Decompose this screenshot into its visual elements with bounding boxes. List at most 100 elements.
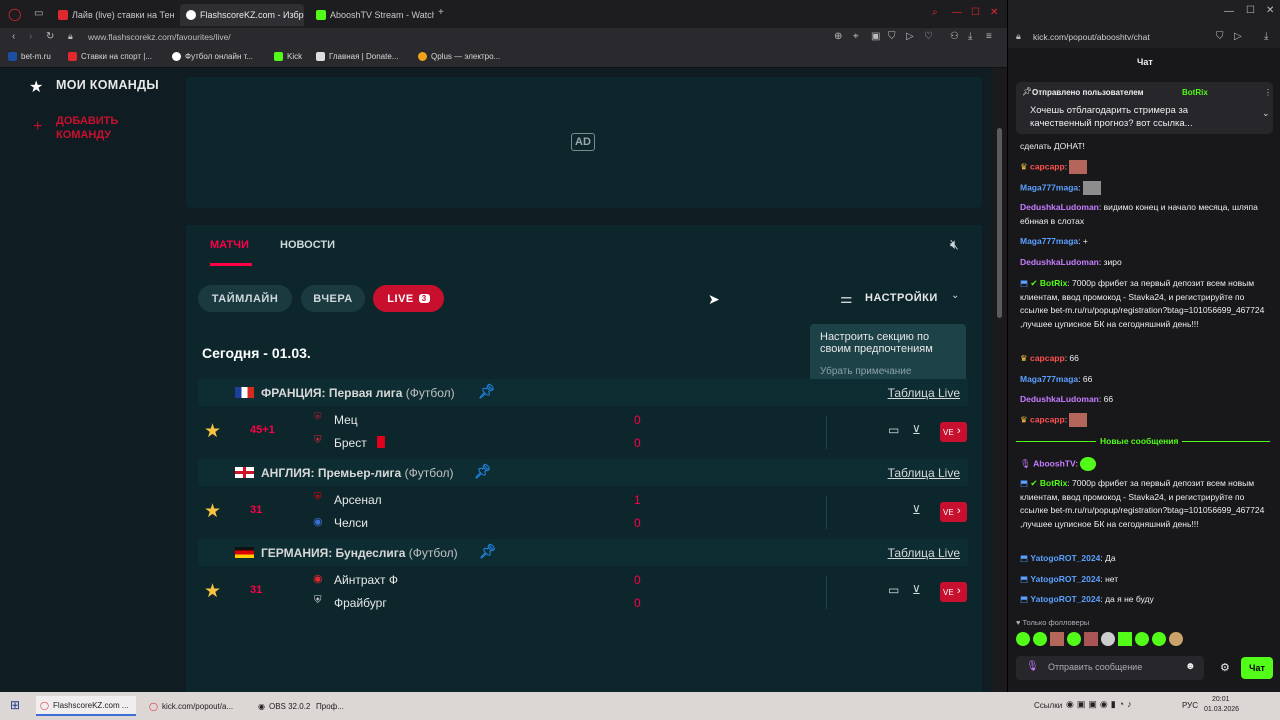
chat-username[interactable]: DedushkaLudoman xyxy=(1020,257,1099,267)
chat-username[interactable]: AbooshTV xyxy=(1033,458,1076,468)
live-button[interactable]: VE › xyxy=(940,582,967,602)
bookmark-kick[interactable]: Kick xyxy=(274,52,302,61)
emote-icon[interactable] xyxy=(1033,632,1047,646)
chat-username[interactable]: BotRix xyxy=(1040,478,1067,488)
emote-icon[interactable] xyxy=(1067,632,1081,646)
filter-timeline[interactable]: ТАЙМЛАЙН xyxy=(198,285,292,312)
emote-icon[interactable] xyxy=(1118,632,1132,646)
url-field[interactable]: www.flashscorekz.com/favourites/live/ xyxy=(88,32,231,42)
scrollbar-thumb[interactable] xyxy=(997,128,1002,318)
league-name[interactable]: ФРАНЦИЯ: Первая лига (Футбол) xyxy=(261,386,455,400)
more-icon[interactable]: ⋮ xyxy=(1264,88,1272,97)
match-row[interactable]: ★ 45+1 ⛨ ⛨ Мец Брест 0 0 ▭ ⊻ VE › xyxy=(198,406,968,459)
league-name[interactable]: АНГЛИЯ: Премьер-лига (Футбол) xyxy=(261,466,453,480)
tv-icon[interactable]: ▭ xyxy=(888,423,899,437)
add-icon[interactable]: + xyxy=(33,118,42,136)
send-chat-button[interactable]: Чат xyxy=(1241,657,1273,679)
chat-username[interactable]: Maga777maga xyxy=(1020,236,1078,246)
pin-icon[interactable]: ⌖ xyxy=(853,31,859,42)
emote-icon[interactable] xyxy=(1101,632,1115,646)
taskbar-item[interactable]: ◉ OBS 32.0.2 xyxy=(254,696,314,716)
pinned-message[interactable]: 📌︎ Отправлено пользователем BotRix Хочеш… xyxy=(1016,82,1273,134)
live-button[interactable]: VE › xyxy=(940,422,967,442)
tab-news[interactable]: НОВОСТИ xyxy=(280,239,335,251)
emote-icon[interactable] xyxy=(1135,632,1149,646)
scrollbar[interactable] xyxy=(993,68,1007,692)
reload-icon[interactable]: ↻ xyxy=(46,31,54,42)
favorite-star-icon[interactable]: ★ xyxy=(204,500,221,523)
pin-icon[interactable]: 📌︎ xyxy=(478,383,496,400)
live-button[interactable]: VE › xyxy=(940,502,967,522)
gear-icon[interactable]: ⚙ xyxy=(1220,661,1230,674)
bookmark-stavki[interactable]: Ставки на спорт |... xyxy=(68,52,152,61)
back-icon[interactable]: ‹ xyxy=(12,31,15,42)
download-icon[interactable]: ⤓ xyxy=(1264,31,1268,42)
emote-icon[interactable] xyxy=(1169,632,1183,646)
tray-icons[interactable]: ◉▣▣◉▮◔♪ xyxy=(1066,699,1135,710)
download-icon[interactable]: ⤓ xyxy=(968,31,972,42)
tab-flashscore[interactable]: FlashscoreKZ.com - Избр xyxy=(180,4,304,26)
snapshot-icon[interactable]: ▣ xyxy=(871,31,880,42)
links-label[interactable]: Ссылки xyxy=(1034,701,1062,710)
emote-icon[interactable] xyxy=(1084,632,1098,646)
bookmark-football[interactable]: Футбол онлайн т... xyxy=(172,52,253,61)
bookmark-betm[interactable]: bet-m.ru xyxy=(8,52,51,61)
taskbar-item[interactable]: ◯ FlashscoreKZ.com ... xyxy=(36,696,136,716)
heart-icon[interactable]: ♡ xyxy=(924,31,933,42)
maximize-icon[interactable]: ☐ xyxy=(971,7,980,18)
bookmark-qplus[interactable]: Qplus — электро... xyxy=(418,52,500,61)
emote-icon[interactable] xyxy=(1016,632,1030,646)
play-icon[interactable]: ▷ xyxy=(906,31,914,42)
lang-indicator[interactable]: РУС xyxy=(1182,701,1198,710)
table-live-link[interactable]: Таблица Live xyxy=(888,466,960,480)
table-live-link[interactable]: Таблица Live xyxy=(888,546,960,560)
mute-icon[interactable]: 🔇︎ xyxy=(950,236,959,253)
chat-username[interactable]: сарсарр xyxy=(1030,353,1065,363)
chat-username[interactable]: DedushkaLudoman xyxy=(1020,394,1099,404)
match-row[interactable]: ★ 31 ◉ ⛨ Айнтрахт Ф Фрайбург 0 0 ▭ ⊻ VE › xyxy=(198,566,968,619)
tab-live-bets[interactable]: Лайв (live) ставки на Тен xyxy=(52,4,174,26)
shield-icon[interactable]: ⛉ xyxy=(1216,31,1224,42)
close-icon[interactable]: ✕ xyxy=(1266,5,1274,16)
taskbar-item[interactable]: Проф... xyxy=(316,696,356,716)
chat-username[interactable]: DedushkaLudoman xyxy=(1020,202,1099,212)
opera-logo-icon[interactable]: ◯ xyxy=(8,7,21,21)
pin-icon[interactable]: 📌︎ xyxy=(479,543,497,560)
shirt-icon[interactable]: ⊻ xyxy=(912,503,921,517)
emote-icon[interactable] xyxy=(1152,632,1166,646)
account-icon[interactable]: ⚇ xyxy=(950,31,959,42)
settings-sliders-icon[interactable]: ⚌ xyxy=(840,290,853,307)
shirt-icon[interactable]: ⊻ xyxy=(912,423,921,437)
league-name[interactable]: ГЕРМАНИЯ: Бундеслига (Футбол) xyxy=(261,546,458,560)
emote-icon[interactable] xyxy=(1050,632,1064,646)
filter-yesterday[interactable]: ВЧЕРА xyxy=(301,285,365,312)
table-live-link[interactable]: Таблица Live xyxy=(888,386,960,400)
chat-username[interactable]: YatogoROT_2024 xyxy=(1030,553,1100,563)
taskbar-item[interactable]: ◯ kick.com/popout/a... xyxy=(145,696,245,716)
chat-username[interactable]: BotRix xyxy=(1040,278,1067,288)
tooltip-dismiss[interactable]: Убрать примечание xyxy=(820,366,911,377)
bookmark-donate[interactable]: Главная | Donate... xyxy=(316,52,398,61)
add-team-link[interactable]: ДОБАВИТЬ КОМАНДУ xyxy=(56,114,146,142)
menu-icon[interactable]: ≡ xyxy=(986,31,992,42)
new-tab-icon[interactable]: + xyxy=(438,7,444,18)
tab-aboosh[interactable]: AbooshTV Stream - Watch xyxy=(310,4,434,26)
tv-icon[interactable]: ▭ xyxy=(888,583,899,597)
shield-icon[interactable]: ⛉ xyxy=(888,31,896,42)
chat-username[interactable]: Maga777maga xyxy=(1020,374,1078,384)
chat-username[interactable]: сарсарр xyxy=(1030,161,1065,171)
chat-username[interactable]: YatogoROT_2024 xyxy=(1030,574,1100,584)
chat-username[interactable]: Maga777maga xyxy=(1020,182,1078,192)
pin-icon[interactable]: 📌︎ xyxy=(474,463,492,480)
chat-username[interactable]: YatogoROT_2024 xyxy=(1030,594,1100,604)
filter-live[interactable]: LIVE 3 xyxy=(373,285,444,312)
search-icon[interactable]: ⌕ xyxy=(932,7,938,18)
close-icon[interactable]: ✕ xyxy=(990,7,998,18)
settings-button[interactable]: НАСТРОЙКИ xyxy=(865,292,938,304)
tab-menu-icon[interactable]: ▭ xyxy=(34,8,43,19)
tab-matches[interactable]: МАТЧИ xyxy=(210,239,249,251)
start-icon[interactable]: ⊞ xyxy=(10,698,20,712)
favorite-star-icon[interactable]: ★ xyxy=(204,580,221,603)
shirt-icon[interactable]: ⊻ xyxy=(912,583,921,597)
forward-icon[interactable]: › xyxy=(29,31,32,42)
